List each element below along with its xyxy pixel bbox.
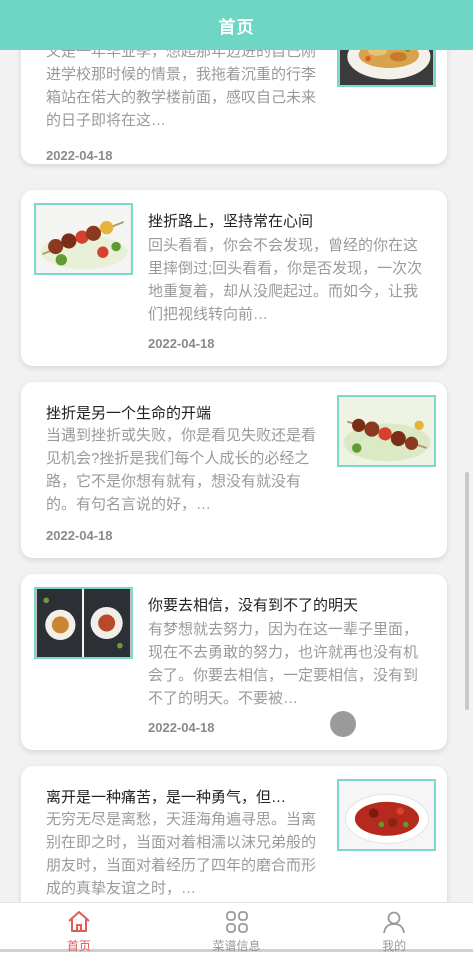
article-date: 2022-04-18 <box>46 148 113 163</box>
article-excerpt: 回头看看，你会不会发现，曾经的你在这里摔倒过;回头看看，你是否发现，一次次地重复… <box>148 237 423 323</box>
app-header: 首页 <box>0 0 473 50</box>
grid-icon <box>225 911 248 933</box>
home-indicator[interactable] <box>0 949 473 952</box>
article-feed[interactable]: 又是一年毕业季，想起那年迈进的自己刚进学校那时候的情景，我拖着沉重的行李箱站在偌… <box>0 0 473 902</box>
spicy-dish-image <box>339 781 434 849</box>
article-title: 挫折是另一个生命的开端 <box>46 405 212 422</box>
article-date: 2022-04-18 <box>46 528 113 543</box>
article-thumbnail[interactable] <box>34 203 133 275</box>
home-icon <box>68 911 90 932</box>
article-excerpt: 又是一年毕业季，想起那年迈进的自己刚进学校那时候的情景，我拖着沉重的行李箱站在偌… <box>46 43 317 129</box>
page-title: 首页 <box>218 17 255 37</box>
article-thumbnail[interactable] <box>337 395 436 467</box>
article-title: 离开是一种痛苦，是一种勇气，但… <box>46 789 287 806</box>
article-date: 2022-04-18 <box>148 336 215 351</box>
tab-home[interactable]: 首页 <box>0 903 158 963</box>
bottom-tab-bar: 首页 菜谱信息 我的 <box>0 902 473 963</box>
scrollbar-thumb[interactable] <box>465 472 469 710</box>
tab-profile[interactable]: 我的 <box>315 903 473 963</box>
article-card[interactable]: 你要去相信，没有到不了的明天 有梦想就去努力，因为在这一辈子里面，现在不去勇敢的… <box>21 574 447 750</box>
skewer-food-image <box>339 397 434 465</box>
article-excerpt: 当遇到挫折或失败，你是看见失败还是看见机会?挫折是我们每个人成长的必经之路，它不… <box>46 427 317 513</box>
article-title: 挫折路上，坚持常在心间 <box>148 213 314 230</box>
tab-recipes[interactable]: 菜谱信息 <box>158 903 316 963</box>
article-thumbnail[interactable] <box>337 779 436 851</box>
user-icon <box>383 911 406 934</box>
article-card[interactable]: 离开是一种痛苦，是一种勇气，但… 无穷无尽是离愁，天涯海角遍寻思。当离别在即之时… <box>21 766 447 902</box>
two-plates-image <box>36 589 131 657</box>
article-title: 你要去相信，没有到不了的明天 <box>148 597 359 614</box>
article-card[interactable]: 挫折路上，坚持常在心间 回头看看，你会不会发现，曾经的你在这里摔倒过;回头看看，… <box>21 190 447 366</box>
floating-touch-button[interactable] <box>330 711 356 737</box>
skewer-food-image <box>36 205 131 273</box>
article-excerpt: 无穷无尽是离愁，天涯海角遍寻思。当离别在即之时，当面对着相濡以沫兄弟般的朋友时，… <box>46 811 317 897</box>
article-excerpt: 有梦想就去努力，因为在这一辈子里面，现在不去勇敢的努力，也许就再也没有机会了。你… <box>148 621 419 707</box>
article-date: 2022-04-18 <box>148 720 215 735</box>
article-card[interactable]: 挫折是另一个生命的开端 当遇到挫折或失败，你是看见失败还是看见机会?挫折是我们每… <box>21 382 447 558</box>
article-thumbnail[interactable] <box>34 587 133 659</box>
